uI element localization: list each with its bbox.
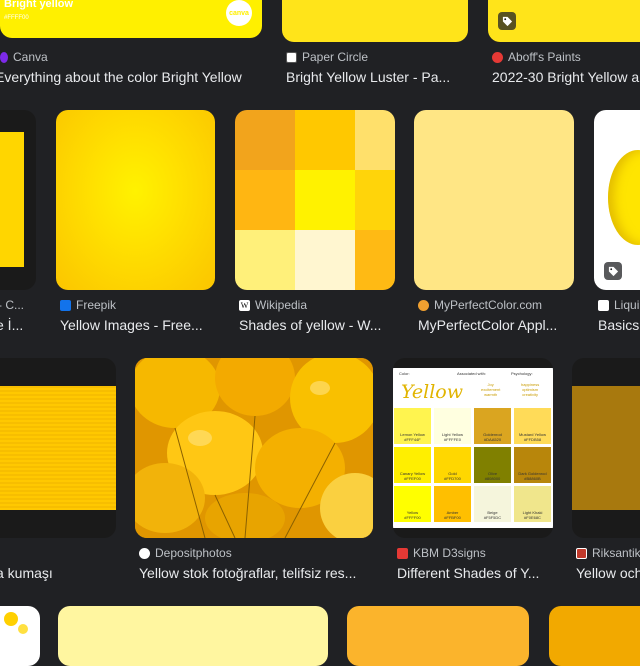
swatch-hex: #F0E68C <box>524 515 541 520</box>
color-swatch: Canary Yellow #FFEF00 <box>394 447 431 483</box>
result-card-aboffs[interactable]: Aboff's Paints 2022-30 Bright Yellow a <box>488 0 640 95</box>
swatch-hex: #FFD700 <box>444 476 461 481</box>
result-title[interactable]: Different Shades of Y... <box>397 565 553 581</box>
color-swatch: Amber #FFBF00 <box>434 486 471 522</box>
result-thumbnail[interactable] <box>56 110 215 290</box>
result-card-riksantik[interactable]: Riksantik Yellow och <box>572 358 640 588</box>
color-swatch: Light Khaki #F0E68C <box>514 486 551 522</box>
result-thumbnail-row4-1[interactable] <box>0 606 40 666</box>
swatch-hex: #FFFF00 <box>404 515 421 520</box>
result-card-kbm-d3signs[interactable]: Color: Associated with: Psychology: Yell… <box>393 358 553 588</box>
result-title[interactable]: Yellow och <box>576 565 640 581</box>
canva-logo: canva <box>226 0 252 26</box>
result-thumbnail[interactable]: Color: Associated with: Psychology: Yell… <box>393 358 553 538</box>
swatch-hex: #808000 <box>484 476 501 481</box>
product-tag-icon <box>498 12 516 30</box>
result-title[interactable]: Yellow stok fotoğraflar, telifsiz res... <box>139 565 373 581</box>
result-title[interactable]: MyPerfectColor Appl... <box>418 317 574 333</box>
result-thumbnail[interactable] <box>0 358 116 538</box>
riksantik-favicon-icon <box>576 547 587 559</box>
swatch-hex: #DAA520 <box>483 437 502 442</box>
result-title[interactable]: Everything about the color Bright Yellow <box>0 69 262 85</box>
result-title[interactable]: a kumaşı <box>0 565 116 581</box>
canva-favicon-icon <box>0 51 8 63</box>
wikipedia-favicon-icon: W <box>239 299 250 311</box>
color-swatch: Light Yellow #FFFFE0 <box>434 408 471 444</box>
result-source: Aboff's Paints <box>492 50 581 64</box>
result-thumbnail[interactable] <box>135 358 373 538</box>
color-swatch: Gold #FFD700 <box>434 447 471 483</box>
result-source: Canva <box>0 50 48 64</box>
paint-swirl <box>608 150 640 245</box>
color-swatch: Yellow #FFFF00 <box>394 486 431 522</box>
result-source: W Wikipedia <box>239 298 308 312</box>
swatch-grid: Lemon Yellow #FFF44F Light Yellow #FFFFE0 Go… <box>393 408 553 522</box>
swatch-hex: #FFEF00 <box>404 476 421 481</box>
result-thumbnail[interactable] <box>282 0 468 42</box>
result-thumbnail[interactable] <box>0 110 36 290</box>
result-source: KBM D3signs <box>397 546 486 560</box>
result-card-partial-left[interactable]: - C... e İ... <box>0 110 37 340</box>
result-thumbnail[interactable] <box>572 358 640 538</box>
result-thumbnail-row4-3[interactable] <box>347 606 529 666</box>
swatch-hex: #FFDB58 <box>523 437 542 442</box>
result-card-myperfectcolor[interactable]: MyPerfectColor.com MyPerfectColor Appl..… <box>414 110 574 340</box>
result-source: - C... <box>0 298 24 312</box>
swatch-hex: #FFFFE0 <box>444 437 461 442</box>
result-title[interactable]: Yellow Images - Free... <box>60 317 216 333</box>
result-thumbnail[interactable] <box>594 110 640 290</box>
color-swatch: Goldenrod #DAA520 <box>474 408 511 444</box>
result-source: Riksantik <box>576 546 640 560</box>
result-card-paper-circle[interactable]: Paper Circle Bright Yellow Luster - Pa..… <box>282 0 468 95</box>
result-thumbnail[interactable] <box>488 0 640 42</box>
liquitex-favicon-icon <box>598 299 609 311</box>
result-title[interactable]: e İ... <box>0 317 37 333</box>
result-source: Depositphotos <box>139 546 232 560</box>
color-swatch: Beige #F5F5DC <box>474 486 511 522</box>
kbm-favicon-icon <box>397 547 408 559</box>
color-chart-image: Color: Associated with: Psychology: Yell… <box>393 368 553 528</box>
result-source: Freepik <box>60 298 116 312</box>
freepik-favicon-icon <box>60 299 71 311</box>
color-swatch: Lemon Yellow #FFF44F <box>394 408 431 444</box>
color-swatch-grid <box>235 110 395 290</box>
myperfectcolor-favicon-icon <box>418 299 429 311</box>
result-card-kumasi[interactable]: a kumaşı <box>0 358 116 588</box>
swatch-hex: #FFF44F <box>404 437 421 442</box>
result-thumbnail[interactable]: Bright yellow #FFFF00 canva <box>0 0 262 38</box>
depositphotos-favicon-icon <box>139 547 150 559</box>
color-swatch: Dark Goldenrod #B8860B <box>514 447 551 483</box>
swatch-hex: #FFBF00 <box>444 515 461 520</box>
result-source: Paper Circle <box>286 50 368 64</box>
thumbnail-subtitle: #FFFF00 <box>4 15 29 21</box>
paper-circle-favicon-icon <box>286 51 297 63</box>
result-thumbnail[interactable] <box>235 110 395 290</box>
color-swatch: Olive #808000 <box>474 447 511 483</box>
aboffs-favicon-icon <box>492 51 503 63</box>
result-card-depositphotos[interactable]: Depositphotos Yellow stok fotoğraflar, t… <box>135 358 373 588</box>
result-thumbnail-row4-4[interactable] <box>549 606 640 666</box>
thumbnail-title: Bright yellow <box>4 0 74 10</box>
result-source: MyPerfectColor.com <box>418 298 542 312</box>
result-card-wikipedia[interactable]: W Wikipedia Shades of yellow - W... <box>235 110 395 340</box>
product-tag-icon <box>604 262 622 280</box>
result-thumbnail[interactable] <box>414 110 574 290</box>
result-source: Liqui <box>598 298 639 312</box>
result-title[interactable]: Bright Yellow Luster - Pa... <box>286 69 468 85</box>
result-title[interactable]: Basics <box>598 317 640 333</box>
result-title[interactable]: Shades of yellow - W... <box>239 317 395 333</box>
color-swatch: Mustard Yellow #FFDB58 <box>514 408 551 444</box>
result-card-freepik[interactable]: Freepik Yellow Images - Free... <box>56 110 216 340</box>
result-card-liquitex[interactable]: Liqui Basics <box>594 110 640 340</box>
balloons-image <box>135 358 373 538</box>
result-title[interactable]: 2022-30 Bright Yellow a <box>492 69 640 85</box>
swatch-hex: #B8860B <box>524 476 541 481</box>
result-thumbnail-row4-2[interactable] <box>58 606 328 666</box>
result-card-canva[interactable]: Bright yellow #FFFF00 canva Canva Everyt… <box>0 0 262 95</box>
swatch-hex: #F5F5DC <box>483 515 502 520</box>
